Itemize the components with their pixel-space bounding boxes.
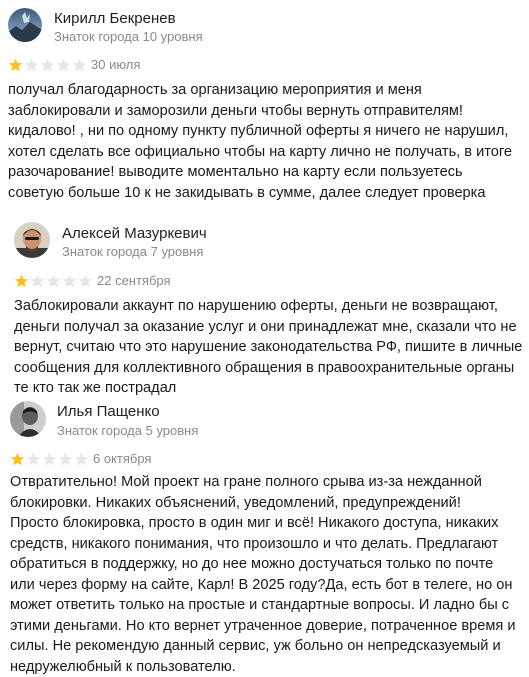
rating-stars [14, 274, 93, 288]
star-empty-icon [58, 452, 73, 466]
review-date: 30 июля [91, 57, 141, 72]
star-filled-icon [10, 452, 25, 466]
bw-photo-avatar-icon [10, 401, 46, 437]
star-filled-icon [8, 58, 23, 72]
star-empty-icon [74, 452, 89, 466]
person-photo-avatar-icon [14, 222, 50, 258]
review-card: Илья Пащенко Знаток города 5 уровня 6 ок… [0, 395, 529, 675]
rating-stars [8, 58, 87, 72]
star-empty-icon [24, 58, 39, 72]
author-level: Знаток города 7 уровня [62, 244, 204, 259]
review-text: Отвратительно! Мой проект на гране полно… [10, 474, 516, 675]
star-empty-icon [78, 274, 93, 288]
author-name[interactable]: Алексей Мазуркевич [62, 225, 207, 242]
star-empty-icon [42, 452, 57, 466]
review-date: 22 сентября [97, 273, 171, 288]
star-empty-icon [26, 452, 41, 466]
star-empty-icon [40, 58, 55, 72]
avatar[interactable] [8, 8, 42, 42]
star-empty-icon [30, 274, 45, 288]
review-text: Заблокировали аккаунт по нарушению оферт… [14, 298, 523, 396]
review-card: Кирилл Бекренев Знаток города 10 уровня … [0, 0, 529, 201]
review-date: 6 октября [93, 451, 152, 466]
star-empty-icon [72, 58, 87, 72]
star-empty-icon [62, 274, 77, 288]
author-name[interactable]: Илья Пащенко [57, 403, 160, 420]
author-level: Знаток города 10 уровня [54, 29, 203, 44]
star-empty-icon [56, 58, 71, 72]
avatar[interactable] [10, 401, 46, 437]
star-filled-icon [14, 274, 29, 288]
rating-stars [10, 452, 89, 466]
author-level: Знаток города 5 уровня [57, 423, 199, 438]
review-text: получал благодарность за организацию мер… [8, 82, 512, 201]
review-card: Алексей Мазуркевич Знаток города 7 уровн… [0, 210, 529, 396]
author-name[interactable]: Кирилл Бекренев [54, 10, 176, 27]
landscape-avatar-icon [8, 8, 42, 42]
avatar[interactable] [14, 222, 50, 258]
star-empty-icon [46, 274, 61, 288]
